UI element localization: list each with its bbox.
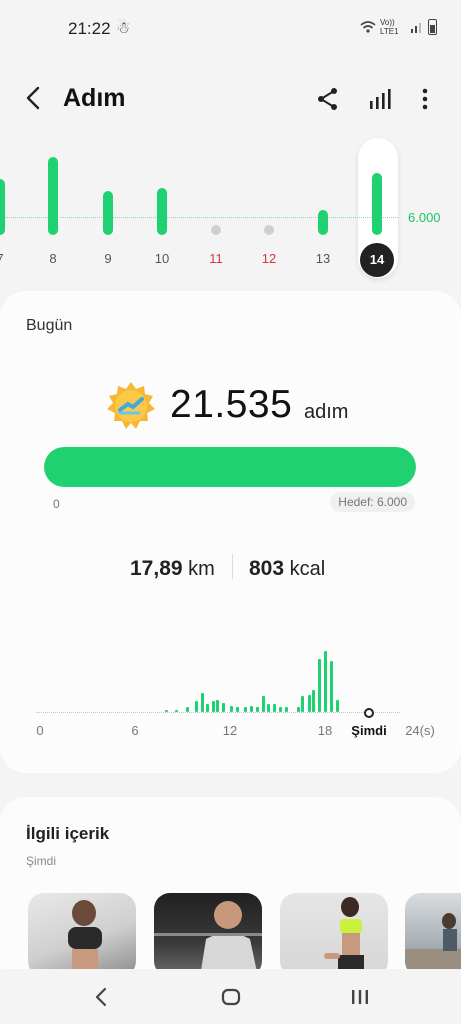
hourly-bar [296, 707, 300, 712]
hourly-bar [211, 701, 215, 712]
related-subtitle: Şimdi [26, 854, 57, 868]
today-title: Bugün [26, 317, 73, 334]
hourly-bar [195, 701, 199, 712]
today-card[interactable]: Bugün 21.535 adım 0 Hedef: 6.000 17,89 k… [0, 291, 461, 773]
hourly-bar [222, 703, 226, 712]
day-label[interactable]: 12 [254, 251, 284, 266]
hourly-bar [164, 710, 168, 712]
app-bar: Adım [0, 70, 461, 126]
wifi-icon [360, 21, 376, 33]
hourly-bar [185, 707, 189, 712]
related-thumbnail[interactable] [28, 893, 136, 977]
status-icons: Vo)) LTE1 [360, 18, 437, 36]
hourly-bar [336, 700, 340, 712]
hourly-bar [301, 696, 305, 712]
day-empty-dot[interactable] [264, 225, 274, 235]
status-bar: 21:22 ☃ Vo)) LTE1 [0, 0, 461, 56]
more-options-icon[interactable] [412, 86, 438, 112]
calories-value: 803 [249, 557, 285, 580]
distance-unit: km [188, 558, 215, 580]
signal-icon [411, 23, 421, 33]
nav-recents-icon[interactable] [348, 985, 372, 1009]
hourly-bar [278, 707, 282, 712]
hourly-bar [243, 707, 247, 712]
hour-tick-label: 12 [222, 723, 238, 738]
hourly-bar [307, 695, 311, 712]
system-nav-bar [0, 969, 461, 1024]
hour-tick-label: 18 [317, 723, 333, 738]
day-label[interactable]: 10 [147, 251, 177, 266]
battery-icon [428, 19, 437, 35]
day-bar[interactable] [48, 157, 58, 235]
progress-min-label: 0 [53, 497, 60, 511]
page-title: Adım [63, 84, 126, 112]
related-thumbnail[interactable] [280, 893, 388, 977]
achievement-medal-icon [107, 382, 155, 429]
status-time: 21:22 [68, 19, 111, 38]
day-label[interactable]: 13 [308, 251, 338, 266]
day-empty-dot[interactable] [211, 225, 221, 235]
hourly-bar [249, 706, 253, 712]
hour-tick-label: 24(s) [405, 723, 435, 738]
day-label[interactable]: 14 [360, 243, 394, 277]
hourly-bar [324, 651, 328, 712]
day-label[interactable]: 8 [38, 251, 68, 266]
calories-unit: kcal [289, 558, 326, 580]
share-icon[interactable] [315, 86, 341, 112]
nav-home-icon[interactable] [219, 985, 243, 1009]
day-bar[interactable] [372, 173, 382, 235]
day-label[interactable]: 9 [93, 251, 123, 266]
goal-progress-fill [44, 447, 416, 487]
trends-chart-icon[interactable] [367, 86, 393, 112]
day-bar[interactable] [103, 191, 113, 235]
hourly-bar [236, 707, 240, 712]
hourly-bar [266, 704, 270, 712]
related-thumbnail[interactable] [405, 893, 461, 977]
notification-icon: ☃ [116, 20, 131, 37]
hourly-bar [318, 659, 322, 712]
network-label: Vo)) LTE1 [380, 18, 399, 36]
step-unit: adım [304, 401, 349, 423]
step-count: 21.535 [170, 383, 293, 426]
hourly-bar [330, 661, 334, 712]
day-label[interactable]: 11 [201, 251, 231, 266]
goal-progress-bar [44, 447, 416, 487]
weekly-steps-chart: 6.000 7 8 9 10 11 12 13 14 [0, 130, 461, 280]
related-thumbnail[interactable] [154, 893, 262, 977]
day-bar[interactable] [0, 179, 5, 235]
stat-divider [232, 554, 233, 579]
hour-tick-label: 6 [131, 723, 139, 738]
hourly-bar [284, 707, 288, 712]
back-arrow-icon[interactable] [22, 84, 46, 112]
hour-tick-label: Şimdi [351, 723, 387, 738]
day-label[interactable]: 7 [0, 251, 15, 266]
distance-stat: 17,89 km [130, 557, 215, 581]
hourly-bar [201, 693, 205, 712]
distance-value: 17,89 [130, 557, 183, 580]
related-content-card: İlgili içerik Şimdi [0, 797, 461, 987]
hourly-bar [216, 700, 220, 712]
day-bar[interactable] [157, 188, 167, 235]
hourly-steps-chart: 0 6 12 18 Şimdi 24(s) [0, 626, 461, 746]
hourly-bar [230, 706, 234, 712]
goal-line [0, 217, 398, 218]
hourly-baseline [36, 712, 400, 713]
hour-tick-label: 0 [36, 723, 44, 738]
current-time-marker [364, 708, 374, 718]
related-title: İlgili içerik [26, 824, 110, 843]
goal-badge: Hedef: 6.000 [330, 492, 415, 512]
hourly-bar [255, 707, 259, 712]
hourly-bar [261, 696, 265, 712]
hourly-bar [205, 704, 209, 712]
calories-stat: 803 kcal [249, 557, 325, 581]
hourly-bar [272, 704, 276, 712]
nav-back-icon[interactable] [90, 985, 114, 1009]
goal-line-label: 6.000 [408, 210, 441, 225]
hourly-bar [312, 690, 316, 712]
day-bar[interactable] [318, 210, 328, 235]
